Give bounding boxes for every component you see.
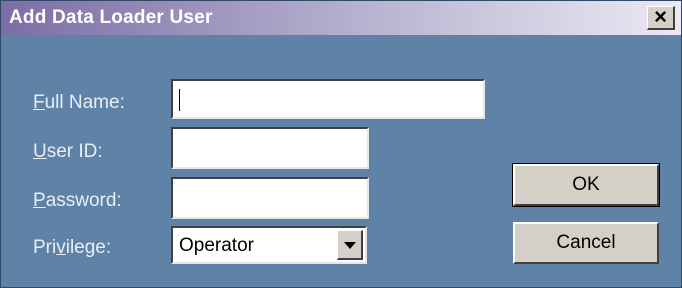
- cancel-button[interactable]: Cancel: [513, 222, 659, 264]
- password-label-text: assword:: [45, 190, 122, 211]
- full-name-label: Full Name:: [33, 92, 125, 114]
- ok-button[interactable]: OK: [512, 163, 660, 207]
- user-id-label-mnemonic: U: [33, 141, 47, 162]
- privilege-label-mnemonic: v: [56, 237, 66, 258]
- chevron-down-icon: [344, 242, 356, 249]
- add-user-dialog: Add Data Loader User × Full Name: User I…: [0, 0, 682, 288]
- full-name-label-text: ull Name:: [44, 92, 125, 113]
- password-input[interactable]: [173, 179, 367, 217]
- privilege-label-end: ilege:: [65, 237, 112, 258]
- full-name-field[interactable]: [171, 79, 485, 119]
- user-id-input[interactable]: [173, 129, 367, 167]
- password-label: Password:: [33, 190, 122, 212]
- password-field[interactable]: [171, 177, 369, 219]
- privilege-selected-value: Operator: [179, 235, 254, 256]
- privilege-label-start: Pri: [33, 237, 57, 258]
- full-name-input[interactable]: [173, 81, 483, 117]
- close-button[interactable]: ×: [647, 6, 675, 30]
- privilege-dropdown[interactable]: Operator: [171, 226, 367, 264]
- user-id-label-text: ser ID:: [46, 141, 103, 162]
- dialog-title: Add Data Loader User: [9, 7, 213, 28]
- dropdown-button[interactable]: [337, 230, 363, 260]
- title-bar[interactable]: Add Data Loader User ×: [1, 1, 681, 35]
- user-id-field[interactable]: [171, 127, 369, 169]
- text-cursor: [179, 89, 180, 111]
- password-label-mnemonic: P: [33, 190, 46, 211]
- privilege-label: Privilege:: [33, 237, 111, 259]
- user-id-label: User ID:: [33, 141, 103, 163]
- full-name-label-mnemonic: F: [33, 92, 45, 113]
